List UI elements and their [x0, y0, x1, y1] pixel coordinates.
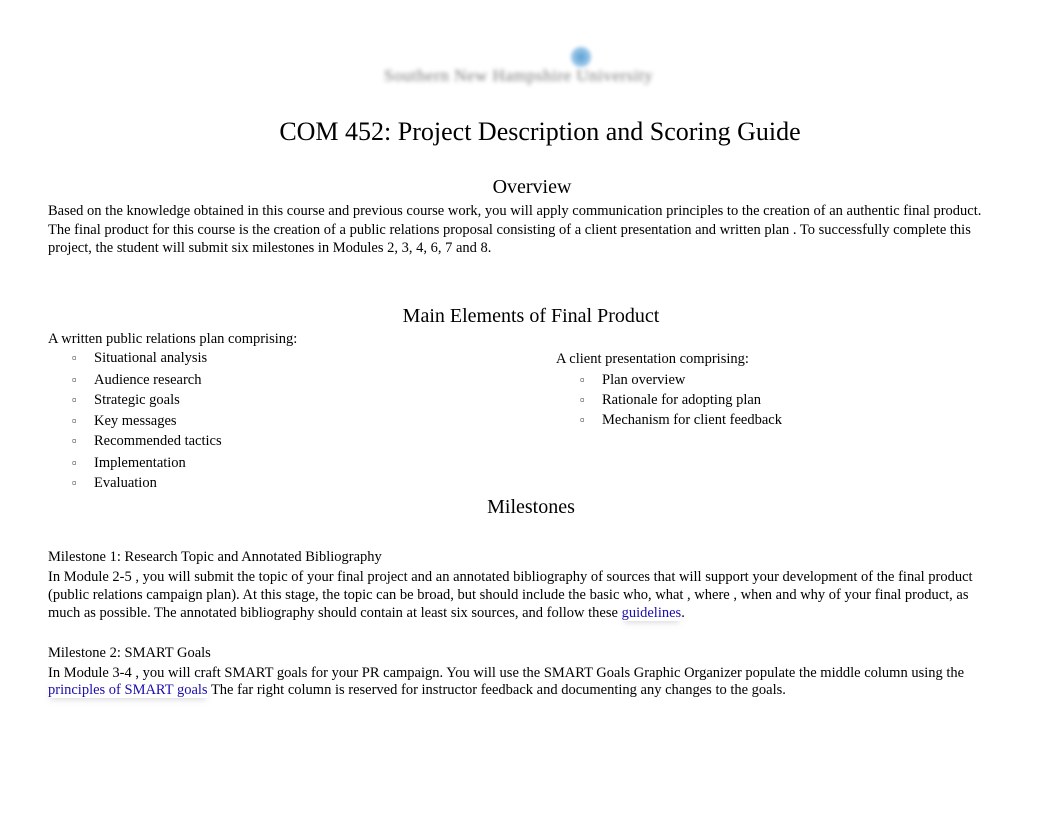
- logo-mark-icon: [570, 46, 592, 68]
- list-item: ▫ Rationale for adopting plan: [580, 392, 762, 408]
- guidelines-link[interactable]: guidelines: [622, 605, 682, 621]
- overview-heading: Overview: [492, 176, 572, 198]
- bullet-icon: ▫: [72, 433, 77, 448]
- milestone-1-title: Milestone 1: Research Topic and Annotate…: [48, 549, 382, 565]
- list-item: ▫ Strategic goals: [72, 392, 180, 408]
- list-item: ▫ Evaluation: [72, 475, 157, 491]
- bullet-icon: ▫: [72, 455, 77, 470]
- written-plan-intro: A written public relations plan comprisi…: [48, 331, 298, 347]
- overview-line-2: The final product for this course is the…: [48, 222, 971, 238]
- main-elements-heading: Main Elements of Final Product: [402, 305, 660, 327]
- list-item: ▫ Plan overview: [580, 372, 686, 388]
- list-item: ▫ Situational analysis: [72, 350, 208, 366]
- milestone-1-line-1: In Module 2-5 , you will submit the topi…: [48, 569, 973, 585]
- university-logo: Southern New Hampshire University: [384, 46, 676, 90]
- bullet-icon: ▫: [72, 392, 77, 407]
- bullet-icon: ▫: [580, 372, 585, 387]
- milestone-1-line-2: (public relations campaign plan). At thi…: [48, 587, 969, 603]
- bullet-icon: ▫: [72, 475, 77, 490]
- milestone-2-title: Milestone 2: SMART Goals: [48, 645, 211, 661]
- page-title: COM 452: Project Description and Scoring…: [279, 117, 801, 146]
- list-item: ▫ Implementation: [72, 455, 186, 471]
- overview-line-3: project, the student will submit six mil…: [48, 240, 492, 256]
- list-item: ▫ Audience research: [72, 372, 202, 388]
- list-item: ▫ Key messages: [72, 413, 177, 429]
- list-item: ▫ Recommended tactics: [72, 433, 222, 449]
- client-presentation-intro: A client presentation comprising:: [556, 351, 749, 367]
- milestone-1-line-3: much as possible. The annotated bibliogr…: [48, 605, 685, 621]
- bullet-icon: ▫: [580, 392, 585, 407]
- overview-line-1: Based on the knowledge obtained in this …: [48, 203, 982, 219]
- list-item: ▫ Mechanism for client feedback: [580, 412, 782, 428]
- bullet-icon: ▫: [72, 350, 77, 365]
- milestones-heading: Milestones: [487, 496, 575, 518]
- bullet-icon: ▫: [580, 412, 585, 427]
- bullet-icon: ▫: [72, 372, 77, 387]
- smart-goals-principles-link[interactable]: principles of SMART goals: [48, 682, 208, 698]
- bullet-icon: ▫: [72, 413, 77, 428]
- logo-text: Southern New Hampshire University: [384, 66, 654, 85]
- milestone-2-line-1: In Module 3-4 , you will craft SMART goa…: [48, 665, 965, 681]
- milestone-2-line-2: principles of SMART goals The far right …: [48, 682, 786, 698]
